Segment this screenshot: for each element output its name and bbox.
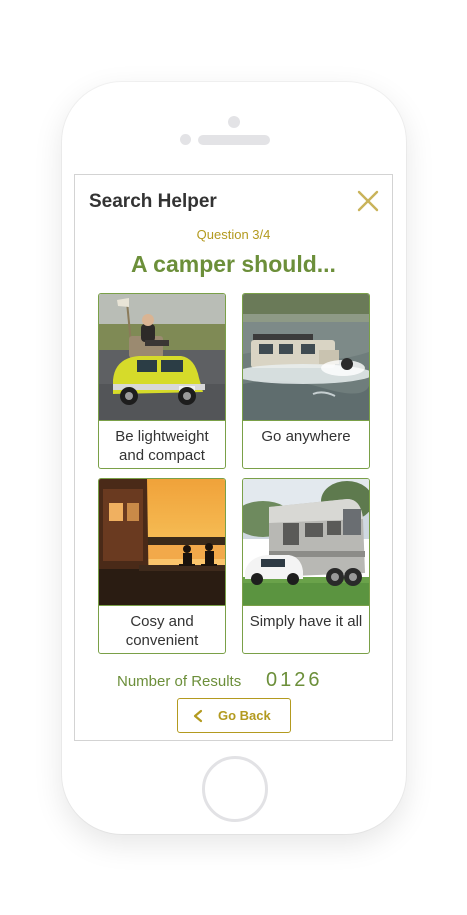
close-icon bbox=[357, 190, 379, 212]
home-button[interactable] bbox=[202, 756, 268, 822]
results-count: 0126 bbox=[266, 669, 323, 691]
chevron-left-icon bbox=[193, 709, 203, 723]
close-button[interactable] bbox=[354, 187, 382, 215]
sunset-lake-camping-photo bbox=[99, 479, 225, 606]
option-go-anywhere[interactable]: Go anywhere bbox=[242, 293, 370, 469]
earpiece-speaker bbox=[198, 135, 270, 145]
offroad-truck-in-river-photo bbox=[243, 294, 369, 421]
dialog-title: Search Helper bbox=[89, 191, 217, 212]
option-label: Be lightweight and compact bbox=[115, 428, 209, 464]
option-label: Simply have it all bbox=[249, 613, 363, 630]
option-lightweight-compact[interactable]: Be lightweight and compact bbox=[98, 293, 226, 469]
option-have-it-all[interactable]: Simply have it all bbox=[242, 478, 370, 654]
go-back-button[interactable]: Go Back bbox=[177, 698, 291, 733]
search-helper-dialog: Search Helper Question 3/4 A camper shou… bbox=[74, 174, 393, 741]
option-label: Go anywhere bbox=[261, 428, 351, 445]
mini-car-with-armchair-photo bbox=[99, 294, 225, 421]
go-back-label: Go Back bbox=[218, 708, 271, 723]
question-text: A camper should... bbox=[131, 251, 336, 277]
results-label: Number of Results bbox=[117, 673, 242, 690]
option-cosy-convenient[interactable]: Cosy and convenient bbox=[98, 478, 226, 654]
proximity-sensor bbox=[180, 134, 191, 145]
front-camera bbox=[228, 116, 240, 128]
option-label: Cosy and convenient bbox=[125, 613, 199, 649]
luxury-motorhome-photo bbox=[243, 479, 369, 606]
question-progress: Question 3/4 bbox=[196, 227, 271, 242]
